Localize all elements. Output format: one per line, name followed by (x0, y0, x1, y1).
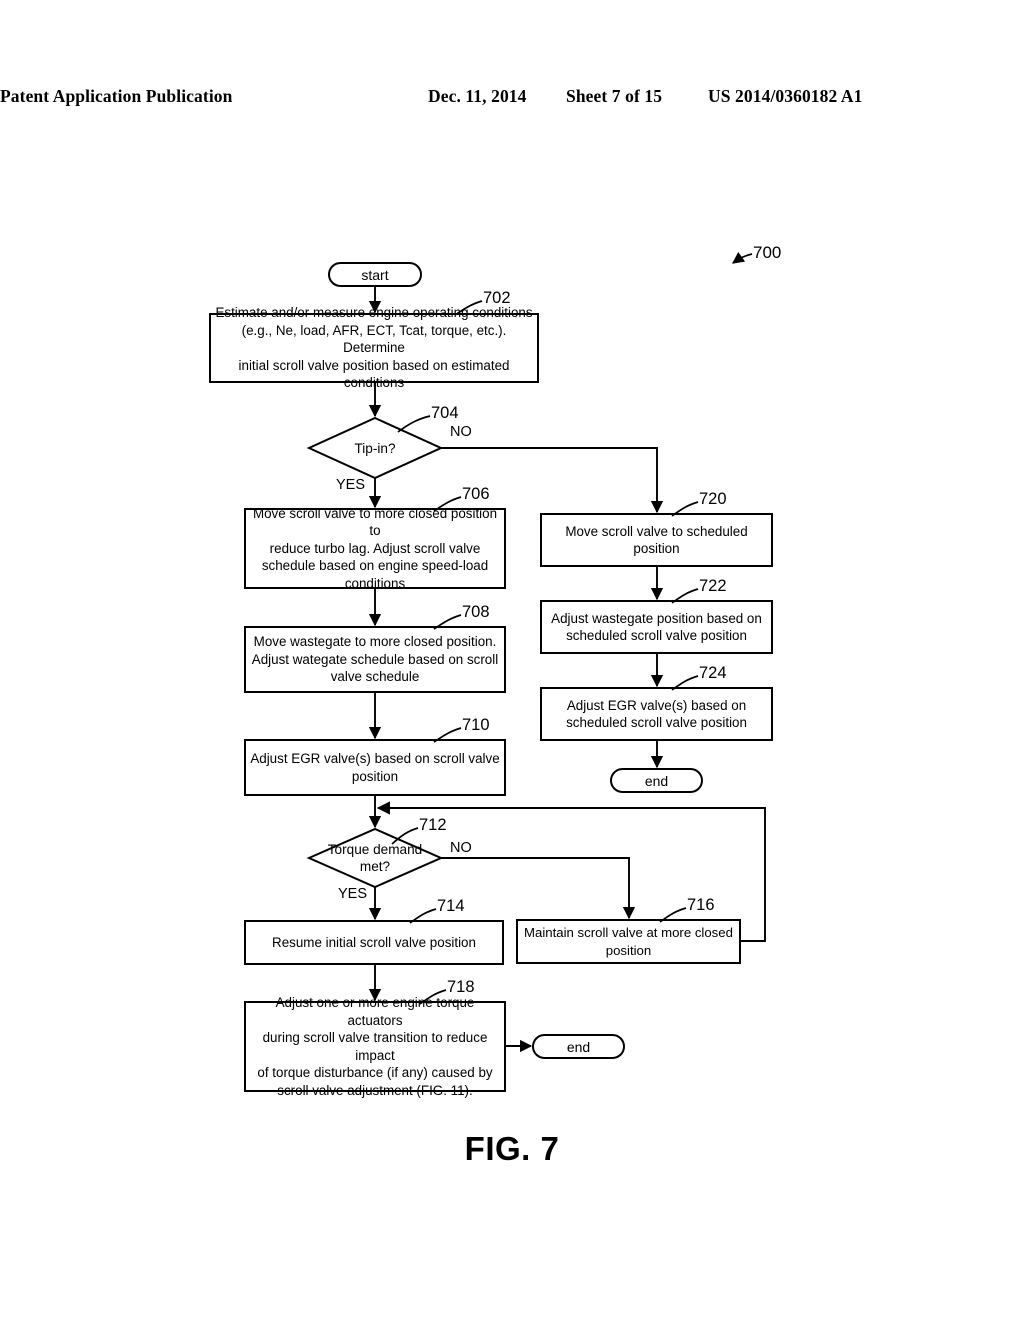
ref-number-704: 704 (431, 404, 459, 422)
ref-number-708: 708 (462, 603, 490, 621)
node-716-shape (516, 919, 741, 964)
ref-number-702: 702 (483, 289, 511, 307)
ref-number-716: 716 (687, 896, 715, 914)
node-712-yes-label: YES (338, 886, 368, 902)
ref-number-718: 718 (447, 978, 475, 996)
start-terminator-label: start (361, 266, 389, 283)
node-704-text: Tip-in? (354, 440, 396, 456)
node-722-shape (540, 600, 773, 654)
node-724-shape (540, 687, 773, 741)
flowchart-canvas (209, 251, 773, 1092)
ref-number-710: 710 (462, 716, 490, 734)
node-702-shape (209, 313, 539, 383)
node-706-shape (244, 508, 506, 589)
ref-number-712: 712 (419, 816, 447, 834)
ref-number-714: 714 (437, 897, 465, 915)
end-right-terminator-label: end (644, 772, 669, 789)
node-718-shape (244, 1001, 506, 1092)
ref-number-720: 720 (699, 490, 727, 508)
leader-704 (397, 415, 431, 433)
node-708-shape (244, 626, 506, 693)
node-712-line-1: Torque demand (327, 842, 423, 857)
ref-number-700: 700 (753, 243, 782, 262)
node-712-text: Torque demand met? (310, 840, 440, 876)
figure-caption: FIG. 7 (464, 1130, 560, 1167)
node-714-shape (244, 920, 504, 965)
node-712-line-2: met? (359, 859, 391, 874)
end-bottom-terminator-label: end (566, 1038, 591, 1055)
node-704-no-label: NO (450, 424, 472, 440)
node-704-yes-label: YES (336, 477, 366, 493)
leader-702 (454, 300, 483, 316)
ref-number-724: 724 (699, 664, 727, 682)
leader-700 (732, 251, 753, 264)
node-720-shape (540, 513, 773, 567)
ref-number-706: 706 (462, 485, 490, 503)
node-710-shape (244, 739, 506, 796)
patent-figure-page: Patent Application Publication Dec. 11, … (0, 0, 1024, 1320)
edge-712-no-to-716 (441, 857, 636, 920)
node-712-no-label: NO (450, 840, 472, 856)
ref-number-722: 722 (699, 577, 727, 595)
